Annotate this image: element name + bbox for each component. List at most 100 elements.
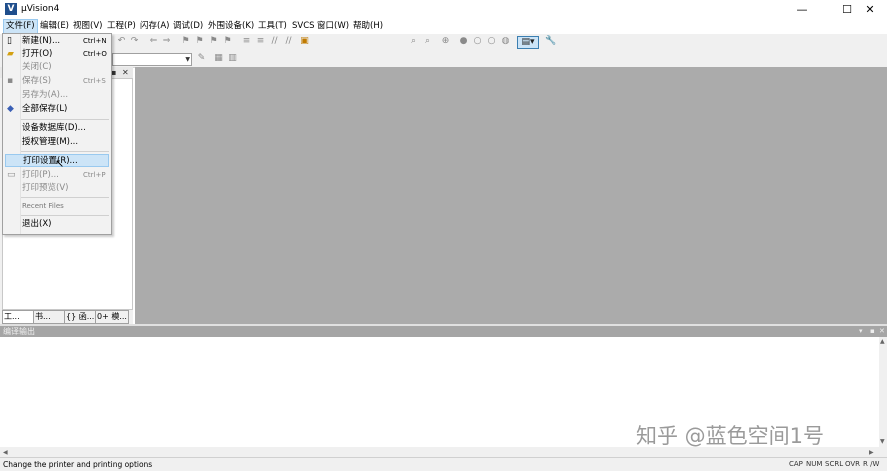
build-output-header: 编译输出 ▾ ▪ ✕ — [0, 326, 887, 337]
incremental-find-icon[interactable]: ⌕ — [422, 36, 433, 47]
menu-peripherals[interactable]: 外围设备(K) — [206, 20, 256, 33]
menu-item-device-database[interactable]: 设备数据库(D)... — [5, 122, 109, 135]
nav-back-icon[interactable]: ⇐ — [148, 36, 159, 47]
manage-components-icon[interactable]: ▦ — [213, 53, 224, 64]
editor-area[interactable] — [135, 67, 887, 324]
menu-window[interactable]: 窗口(W) — [315, 20, 351, 33]
configure-tools-icon[interactable]: 🔧 — [545, 36, 556, 47]
menu-item-license-management[interactable]: 授权管理(M)... — [5, 136, 109, 149]
close-icon[interactable]: ✕ — [879, 326, 885, 337]
menu-item-label: 授权管理(M)... — [22, 137, 79, 147]
breakpoint-icon[interactable]: ○ — [472, 36, 483, 47]
menu-separator — [21, 119, 109, 120]
menu-project[interactable]: 工程(P) — [105, 20, 138, 33]
open-folder-icon: ▰ — [7, 49, 14, 59]
unindent-icon[interactable]: ≡ — [255, 36, 266, 47]
tab-project[interactable]: 工... — [2, 310, 34, 324]
menu-shortcut: Ctrl+S — [83, 77, 106, 85]
minimize-button[interactable]: — — [785, 0, 819, 19]
caps-indicator: CAP — [789, 460, 803, 468]
breakpoint-toggle-icon[interactable]: ○ — [486, 36, 497, 47]
chevron-down-icon: ▼ — [185, 56, 190, 63]
menu-shortcut: Ctrl+N — [83, 37, 107, 45]
menu-item-print[interactable]: ▭ 打印(P)... Ctrl+P — [5, 169, 109, 182]
find-in-files-icon[interactable]: ▣ — [299, 36, 310, 47]
project-tabs: 工... 书... {} 函... 0+ 模... — [0, 310, 133, 324]
mouse-cursor-icon: ↖ — [55, 157, 65, 170]
pin-icon[interactable]: ▪ — [870, 326, 875, 337]
build-toolbar: ▼ ✎ ▦ ▥ — [0, 51, 887, 68]
vertical-scrollbar[interactable]: ▲ ▼ — [879, 337, 887, 447]
menu-separator — [21, 197, 109, 198]
title-bar: V µVision4 — ☐ ✕ — [0, 0, 887, 19]
debug-start-icon[interactable]: ● — [458, 36, 469, 47]
menu-help[interactable]: 帮助(H) — [351, 20, 385, 33]
scroll-left-icon[interactable]: ◀ — [3, 449, 8, 456]
zoom-icon[interactable]: ⊕ — [440, 36, 451, 47]
menu-tools[interactable]: 工具(T) — [256, 20, 289, 33]
menu-separator — [21, 151, 109, 152]
menu-view[interactable]: 视图(V) — [71, 20, 104, 33]
redo-icon[interactable]: ↷ — [129, 36, 140, 47]
undo-icon[interactable]: ↶ — [116, 36, 127, 47]
menu-file[interactable]: 文件(F) — [3, 19, 38, 34]
watermark: 知乎 @蓝色空间1号 — [636, 424, 825, 448]
app-logo-icon: V — [5, 3, 17, 15]
menu-item-print-preview[interactable]: 打印预览(V) — [5, 182, 109, 195]
menu-item-label: 另存为(A)... — [22, 90, 69, 100]
menu-item-label: 新建(N)... — [22, 36, 61, 46]
menu-shortcut: Ctrl+O — [83, 50, 107, 58]
menu-item-label: 打开(O) — [22, 49, 53, 59]
scroll-down-icon[interactable]: ▼ — [880, 438, 885, 445]
menu-item-save-all[interactable]: ◆ 全部保存(L) — [5, 103, 109, 116]
file-menu-dropdown: ▯ 新建(N)... Ctrl+N ▰ 打开(O) Ctrl+O 关闭(C) ▪… — [2, 33, 112, 235]
tab-functions[interactable]: {} 函... — [64, 310, 96, 324]
save-all-icon: ◆ — [7, 104, 14, 114]
menu-separator — [21, 215, 109, 216]
close-window-button[interactable]: ✕ — [853, 0, 887, 19]
menu-item-label: 打印(P)... — [22, 170, 59, 180]
bookmark-next-icon[interactable]: ⚑ — [208, 36, 219, 47]
overwrite-indicator: OVR — [845, 460, 861, 468]
bookmark-clear-icon[interactable]: ⚑ — [222, 36, 233, 47]
scroll-up-icon[interactable]: ▲ — [880, 338, 885, 345]
menu-item-save[interactable]: ▪ 保存(S) Ctrl+S — [5, 75, 109, 88]
uncomment-icon[interactable]: // — [283, 36, 294, 47]
manage-books-icon[interactable]: ▥ — [227, 53, 238, 64]
tab-templates[interactable]: 0+ 模... — [95, 310, 129, 324]
build-output-title: 编译输出 — [3, 327, 35, 336]
comment-icon[interactable]: // — [269, 36, 280, 47]
new-file-icon: ▯ — [7, 36, 12, 46]
nav-forward-icon[interactable]: ⇒ — [161, 36, 172, 47]
breakpoint-kill-icon[interactable]: ◍ — [500, 36, 511, 47]
menu-edit[interactable]: 编辑(E) — [38, 20, 71, 33]
bookmark-prev-icon[interactable]: ⚑ — [194, 36, 205, 47]
menu-item-save-as[interactable]: 另存为(A)... — [5, 89, 109, 102]
target-options-icon[interactable]: ✎ — [196, 53, 207, 64]
target-combo[interactable]: ▼ — [112, 53, 192, 66]
file-toolbar: ↶ ↷ ⇐ ⇒ ⚑ ⚑ ⚑ ⚑ ≡ ≡ // // ▣ ▼ ⌕ ⌕ ⊕ ● ○ … — [0, 34, 887, 84]
pin-icon[interactable]: ▾ — [859, 326, 863, 337]
menu-item-label: 全部保存(L) — [22, 104, 68, 114]
tab-books[interactable]: 书... — [33, 310, 65, 324]
menu-item-new[interactable]: ▯ 新建(N)... Ctrl+N — [5, 35, 109, 48]
menu-item-label: 打印设置(R)... — [23, 156, 78, 166]
recent-files-label: Recent Files — [22, 202, 64, 210]
indent-icon[interactable]: ≡ — [241, 36, 252, 47]
menu-svcs[interactable]: SVCS — [290, 20, 317, 33]
window-layout-icon[interactable]: ▤▾ — [517, 36, 539, 49]
menu-item-label: 退出(X) — [22, 219, 52, 229]
find-icon[interactable]: ⌕ — [408, 36, 419, 47]
menu-item-label: 保存(S) — [22, 76, 52, 86]
menu-debug[interactable]: 调试(D) — [171, 20, 205, 33]
window-title: µVision4 — [21, 4, 60, 14]
menu-item-label: 打印预览(V) — [22, 183, 69, 193]
menu-flash[interactable]: 闪存(A) — [138, 20, 171, 33]
close-icon[interactable]: ✕ — [122, 67, 129, 78]
menu-item-exit[interactable]: 退出(X) — [5, 218, 109, 231]
menu-item-close[interactable]: 关闭(C) — [5, 61, 109, 74]
bookmark-icon[interactable]: ⚑ — [180, 36, 191, 47]
menu-item-open[interactable]: ▰ 打开(O) Ctrl+O — [5, 48, 109, 61]
menu-item-label: 关闭(C) — [22, 62, 52, 72]
scroll-right-icon[interactable]: ▶ — [869, 449, 874, 456]
